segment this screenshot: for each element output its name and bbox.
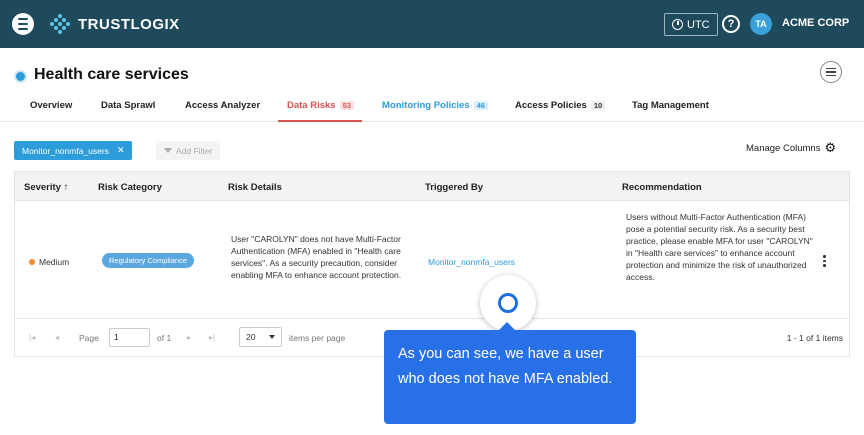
menu-icon[interactable] — [12, 13, 34, 35]
filter-chip[interactable]: Monitor_nonmfa_users ✕ — [14, 141, 133, 160]
sort-asc-icon: ↑ — [63, 182, 69, 193]
add-filter-button[interactable]: Add Filter — [156, 141, 221, 160]
trustlogix-logo-icon — [50, 14, 70, 34]
status-dot-icon — [16, 72, 25, 81]
next-page-icon[interactable]: ▸ — [187, 333, 191, 342]
first-page-icon[interactable]: |◂ — [29, 333, 35, 342]
tab-count-badge: 46 — [473, 101, 488, 110]
page-total-label: of 1 — [157, 333, 172, 343]
tab-data-risks[interactable]: Data Risks 53 — [287, 100, 354, 111]
org-name[interactable]: ACME CORP — [782, 17, 849, 29]
tab-overview[interactable]: Overview — [30, 100, 72, 111]
tab-monitoring-policies[interactable]: Monitoring Policies 46 — [382, 100, 488, 111]
gear-icon: ⚙ — [824, 140, 837, 155]
triggered-by-link[interactable]: Monitor_nonmfa_users — [428, 257, 515, 267]
page-size-value: 20 — [246, 332, 256, 342]
brand-logo[interactable]: TRUSTLOGIX — [48, 13, 180, 35]
brand-name: TRUSTLOGIX — [78, 15, 180, 33]
tab-label: Tag Management — [632, 100, 709, 111]
column-header-triggered-by[interactable]: Triggered By — [425, 182, 483, 193]
active-tab-indicator — [278, 120, 362, 122]
column-header-risk-category[interactable]: Risk Category — [98, 182, 162, 193]
close-icon[interactable]: ✕ — [117, 145, 125, 156]
tab-label: Access Policies — [515, 100, 587, 111]
tab-data-sprawl[interactable]: Data Sprawl — [101, 100, 155, 111]
timezone-label: UTC — [687, 18, 710, 31]
severity-label: Medium — [39, 257, 70, 267]
column-label: Severity — [24, 182, 61, 193]
column-header-risk-details[interactable]: Risk Details — [228, 182, 282, 193]
sliders-icon[interactable] — [820, 61, 842, 83]
manage-columns-button[interactable]: Manage Columns ⚙ — [746, 140, 837, 155]
pagination-range: 1 - 1 of 1 items — [786, 333, 843, 343]
items-per-page-label: items per page — [289, 333, 346, 343]
filter-chip-label: Monitor_nonmfa_users — [22, 145, 109, 156]
table-row[interactable]: Medium Regulatory Compliance User "CAROL… — [15, 201, 849, 319]
help-icon[interactable]: ? — [722, 15, 740, 33]
add-filter-label: Add Filter — [176, 145, 213, 156]
page-size-select[interactable]: 20 — [239, 327, 282, 347]
recommendation-text: Users without Multi-Factor Authenticatio… — [626, 212, 813, 282]
tab-access-analyzer[interactable]: Access Analyzer — [185, 100, 260, 111]
page-title: Health care services — [34, 66, 189, 83]
table-header: Severity ↑ Risk Category Risk Details Tr… — [15, 172, 849, 201]
tab-access-policies[interactable]: Access Policies 10 — [515, 100, 606, 111]
risk-details-text: User "CAROLYN" does not have Multi-Facto… — [231, 234, 402, 280]
filter-icon — [164, 148, 172, 153]
tab-label: Overview — [30, 100, 73, 111]
tab-bar: Overview Data Sprawl Access Analyzer Dat… — [0, 92, 864, 122]
severity-dot-icon — [29, 259, 35, 265]
column-header-severity[interactable]: Severity ↑ — [24, 182, 68, 193]
severity-cell: Medium — [29, 257, 69, 267]
tab-label: Monitoring Policies — [382, 100, 470, 111]
tab-label: Data Sprawl — [101, 100, 156, 111]
tab-count-badge: 53 — [339, 101, 354, 110]
page-label: Page — [79, 333, 99, 343]
hotspot-circle-icon — [498, 293, 518, 313]
tab-label: Access Analyzer — [185, 100, 261, 111]
timezone-button[interactable]: UTC — [664, 13, 718, 36]
tab-label: Data Risks — [287, 100, 336, 111]
last-page-icon[interactable]: ▸| — [209, 333, 215, 342]
page-number-input[interactable]: 1 — [109, 328, 150, 347]
walkthrough-tooltip: As you can see, we have a user who does … — [384, 330, 636, 424]
risk-category-badge: Regulatory Compliance — [102, 253, 194, 268]
clock-icon — [672, 19, 683, 30]
tab-count-badge: 10 — [590, 101, 606, 110]
column-header-recommendation[interactable]: Recommendation — [622, 182, 702, 193]
prev-page-icon[interactable]: ◂ — [55, 333, 59, 342]
user-avatar[interactable]: TA — [750, 13, 772, 35]
tab-tag-management[interactable]: Tag Management — [632, 100, 709, 111]
chevron-down-icon — [269, 335, 275, 339]
manage-columns-label: Manage Columns — [746, 142, 821, 154]
top-nav-bar: TRUSTLOGIX UTC ? TA ACME CORP — [0, 0, 864, 48]
more-options-icon[interactable] — [823, 255, 826, 267]
